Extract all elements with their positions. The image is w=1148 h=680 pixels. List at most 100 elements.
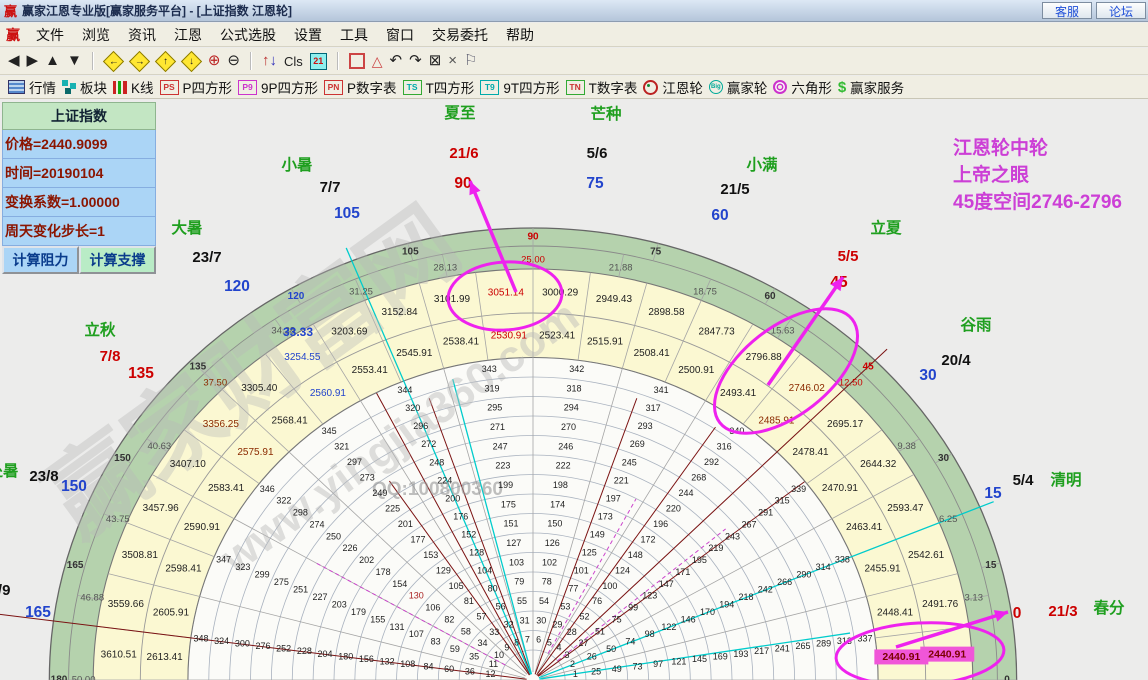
svg-text:2553.41: 2553.41 [352,365,389,376]
svg-text:2508.41: 2508.41 [634,348,671,359]
toolbar-item-winner-wheel[interactable]: Big 赢家轮 [709,77,768,97]
toolbar-item-kline[interactable]: K线 [113,77,154,97]
svg-text:2440.91: 2440.91 [882,651,920,663]
svg-text:57: 57 [477,612,487,622]
svg-text:处暑: 处暑 [0,461,19,480]
toolbar-item-p-number-table[interactable]: PN P数字表 [324,77,397,97]
toolbar-item-9t-square[interactable]: T9 9T四方形 [480,77,559,97]
toolbar-item-hexagon[interactable]: 六角形 [773,77,832,97]
toolbar-item-gann-wheel[interactable]: 江恩轮 [643,77,703,97]
toolbar-item-sectors[interactable]: 板块 [62,77,107,97]
svg-text:150: 150 [61,478,87,495]
svg-text:247: 247 [493,441,508,451]
rotate-cw-icon[interactable]: ↷ [409,51,422,71]
svg-text:7/7: 7/7 [320,179,341,196]
scale-tool-icon[interactable]: × [448,51,457,71]
up-nav-icon[interactable]: ▲ [45,51,60,71]
svg-text:43.75: 43.75 [106,514,130,525]
svg-text:226: 226 [343,543,358,553]
svg-text:342: 342 [569,364,584,374]
svg-text:56: 56 [496,601,506,611]
menu-browse[interactable]: 浏览 [74,23,118,47]
svg-text:271: 271 [490,422,505,432]
svg-text:51: 51 [595,626,605,636]
svg-text:249: 249 [372,488,387,498]
sort-arrows-icon[interactable]: ↑↓ [262,51,277,71]
menu-window[interactable]: 窗口 [378,23,422,47]
menu-gann[interactable]: 江恩 [166,23,210,47]
menu-settings[interactable]: 设置 [286,23,330,47]
svg-text:244: 244 [679,488,694,498]
svg-text:100: 100 [602,581,617,591]
customer-service-button[interactable]: 客服 [1042,2,1092,19]
menu-news[interactable]: 资讯 [120,23,164,47]
svg-text:5/4: 5/4 [1013,472,1035,489]
menu-file[interactable]: 文件 [28,23,72,47]
zoom-out-icon[interactable]: ⊖ [227,51,240,71]
svg-text:97: 97 [653,659,663,669]
svg-text:128: 128 [469,547,484,557]
svg-text:春分: 春分 [1092,598,1125,617]
svg-text:9.38: 9.38 [897,441,916,452]
svg-text:320: 320 [405,403,420,413]
svg-text:2515.91: 2515.91 [587,336,624,347]
svg-text:5/5: 5/5 [838,248,859,265]
square-tool-icon[interactable] [349,53,365,69]
toolbar-item-t-number-table[interactable]: TN T数字表 [566,77,638,97]
move-down-icon[interactable]: ↓ [181,50,202,71]
menu-trade-entrust[interactable]: 交易委托 [424,23,496,47]
move-left-icon[interactable]: ← [103,50,124,71]
svg-text:77: 77 [568,583,578,593]
zoom-in-icon[interactable]: ⊕ [208,51,221,71]
svg-text:129: 129 [436,565,451,575]
svg-text:125: 125 [582,547,597,557]
svg-text:149: 149 [590,529,605,539]
window-title: 赢家江恩专业版[赢家服务平台] - [上证指数 江恩轮] [22,2,292,19]
svg-text:2847.73: 2847.73 [699,327,736,338]
application-window: 赢 赢家江恩专业版[赢家服务平台] - [上证指数 江恩轮] 客服 论坛 赢 文… [0,0,1148,680]
next-icon[interactable]: ▶ [27,51,39,71]
svg-text:294: 294 [564,403,579,413]
triangle-tool-icon[interactable]: △ [372,53,383,70]
cls-button[interactable]: Cls [284,54,303,69]
boxed-x-icon[interactable]: ⊠ [429,51,442,71]
prev-icon[interactable]: ◀ [8,51,20,71]
toolbar-item-9p-square[interactable]: P9 9P四方形 [238,77,318,97]
move-up-icon[interactable]: ↑ [155,50,176,71]
svg-text:135: 135 [189,361,206,372]
svg-text:32: 32 [504,619,514,629]
menu-tools[interactable]: 工具 [332,23,376,47]
svg-text:169: 169 [713,651,728,661]
svg-text:291: 291 [758,508,773,518]
dollar-icon: $ [838,79,846,96]
svg-text:123: 123 [642,591,657,601]
flag-tool-icon[interactable]: ⚐ [464,51,477,71]
calc-support-button[interactable]: 计算支撑 [79,246,156,274]
svg-text:152: 152 [461,529,476,539]
toolbar-item-quotes[interactable]: 行情 [8,77,56,97]
annotation-line-2: 上帝之眼 [953,162,1122,189]
svg-text:81: 81 [464,596,474,606]
svg-text:2590.91: 2590.91 [184,522,221,533]
toolbar-item-p-square[interactable]: PS P四方形 [160,77,233,97]
menu-formula-stockpick[interactable]: 公式选股 [212,23,284,47]
move-right-icon[interactable]: → [129,50,150,71]
svg-text:338: 338 [835,555,850,565]
calendar-icon[interactable]: 21 [310,53,327,70]
svg-text:立夏: 立夏 [870,218,902,237]
menu-help[interactable]: 帮助 [498,23,542,47]
svg-text:105: 105 [402,247,419,258]
calc-resistance-button[interactable]: 计算阻力 [2,246,79,274]
svg-text:2491.76: 2491.76 [922,599,959,610]
toolbar-item-winner-service[interactable]: $ 赢家服务 [838,77,904,97]
time-row: 时间=20190104 [2,159,156,188]
svg-text:3508.81: 3508.81 [122,550,159,561]
toolbar-item-t-square[interactable]: TS T四方形 [403,77,475,97]
down-nav-icon[interactable]: ▼ [67,51,82,71]
svg-text:2: 2 [570,659,575,669]
svg-text:172: 172 [640,534,655,544]
forum-button[interactable]: 论坛 [1096,2,1146,19]
svg-text:2796.88: 2796.88 [746,352,783,363]
svg-text:322: 322 [276,496,291,506]
rotate-ccw-icon[interactable]: ↶ [390,51,403,71]
